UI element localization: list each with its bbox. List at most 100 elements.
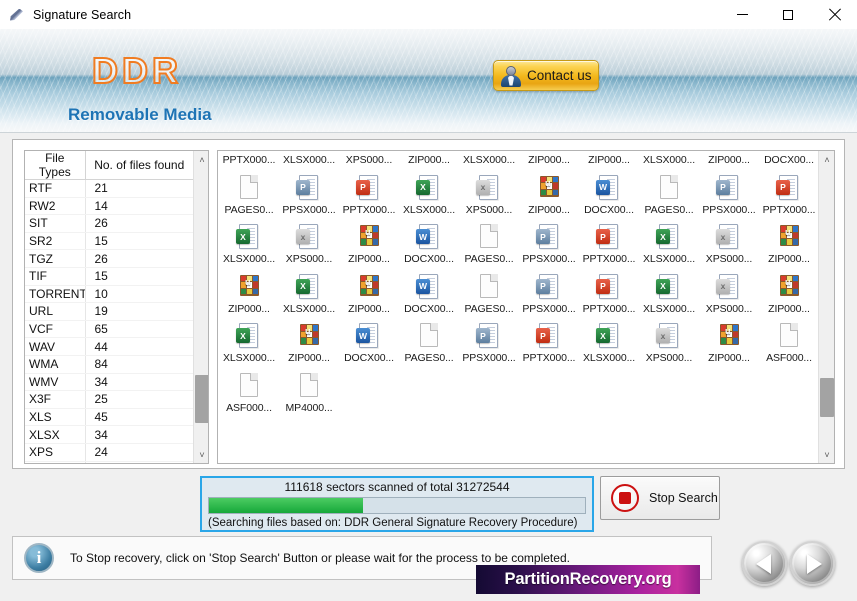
title-bar: Signature Search — [0, 0, 857, 29]
file-item[interactable]: P PPSX000... — [459, 319, 519, 369]
table-row[interactable]: VCF 65 — [25, 320, 193, 339]
stop-search-button[interactable]: Stop Search — [600, 476, 720, 520]
file-item[interactable]: WDOCX00... — [759, 151, 818, 171]
table-row[interactable]: WMA 84 — [25, 355, 193, 374]
scrollbar-thumb[interactable] — [820, 378, 834, 417]
table-row[interactable]: TIF 15 — [25, 267, 193, 286]
file-item[interactable]: XXLSX000... — [219, 220, 279, 270]
file-item[interactable]: XXLSX000... — [639, 151, 699, 171]
minimize-button[interactable] — [719, 0, 765, 29]
file-item[interactable]: uZIP000... — [279, 319, 339, 369]
file-item-label: ZIP000... — [768, 302, 810, 315]
table-row[interactable]: TGZ 26 — [25, 249, 193, 268]
file-item[interactable]: XXLSX000... — [279, 151, 339, 171]
table-row[interactable]: URL 19 — [25, 302, 193, 321]
file-item-label: MP4000... — [285, 401, 333, 414]
file-item[interactable]: PPPTX000... — [219, 151, 279, 171]
file-item[interactable]: uZIP000... — [519, 171, 579, 221]
table-row[interactable]: XPS 24 — [25, 443, 193, 462]
table-row[interactable]: X3F 25 — [25, 390, 193, 409]
file-item-label: PAGES0... — [464, 253, 514, 265]
file-item[interactable]: MP4000... — [279, 369, 339, 419]
file-item[interactable]: uZIP000... — [579, 151, 639, 171]
file-grid-scrollbar[interactable]: ˄ ˅ — [818, 151, 834, 463]
file-item[interactable]: xXPS000... — [459, 171, 519, 221]
file-item[interactable]: uZIP000... — [399, 151, 459, 171]
file-item[interactable]: XXLSX000... — [639, 220, 699, 270]
file-item[interactable]: xXPS000... — [639, 319, 699, 369]
table-row[interactable]: WMV 34 — [25, 373, 193, 392]
file-item[interactable]: PPPTX000... — [519, 319, 579, 369]
file-item[interactable]: WDOCX00... — [399, 220, 459, 270]
file-item[interactable]: PPPTX000... — [579, 270, 639, 320]
mp4-file-icon — [296, 372, 322, 400]
file-item-label: XLSX000... — [462, 154, 516, 166]
file-item[interactable]: xXPS000... — [339, 151, 399, 171]
file-item[interactable]: PAGES0... — [399, 319, 459, 369]
previous-button[interactable] — [742, 541, 787, 586]
scroll-up-icon[interactable]: ˄ — [819, 151, 834, 168]
progress-title: 111618 sectors scanned of total 31272544 — [284, 480, 510, 494]
table-row[interactable]: XLS 45 — [25, 408, 193, 427]
file-item[interactable]: uZIP000... — [699, 151, 759, 171]
file-item[interactable]: uZIP000... — [339, 220, 399, 270]
close-button[interactable] — [811, 0, 857, 29]
file-item[interactable]: uZIP000... — [699, 319, 759, 369]
table-row[interactable]: ZIP45 — [25, 461, 193, 463]
file-item[interactable]: WDOCX00... — [399, 270, 459, 320]
file-item[interactable]: uZIP000... — [219, 270, 279, 320]
file-item[interactable]: PPPTX000... — [579, 220, 639, 270]
file-item-label: XPS000... — [705, 302, 753, 315]
file-item[interactable]: PPPTX000... — [759, 171, 818, 221]
file-item[interactable]: PAGES0... — [459, 220, 519, 270]
next-button[interactable] — [790, 541, 835, 586]
file-item[interactable]: PAGES0... — [639, 171, 699, 221]
file-count-cell: 10 — [85, 285, 193, 304]
maximize-button[interactable] — [765, 0, 811, 29]
file-count-cell: 34 — [85, 373, 193, 392]
scroll-down-icon[interactable]: ˅ — [819, 446, 834, 463]
file-item[interactable]: P PPSX000... — [699, 171, 759, 221]
file-item[interactable]: P PPSX000... — [279, 171, 339, 221]
file-item[interactable]: P PPSX000... — [519, 220, 579, 270]
file-item[interactable]: WDOCX00... — [579, 171, 639, 221]
file-item[interactable]: P PPSX000... — [519, 270, 579, 320]
file-item[interactable]: ASF000... — [219, 369, 279, 419]
file-item[interactable]: xXPS000... — [279, 220, 339, 270]
file-item[interactable]: WDOCX00... — [339, 319, 399, 369]
file-item[interactable]: XXLSX000... — [459, 151, 519, 171]
table-row[interactable]: TORRENT 10 — [25, 285, 193, 304]
file-item[interactable]: uZIP000... — [759, 220, 818, 270]
file-item[interactable]: XXLSX000... — [219, 319, 279, 369]
table-row[interactable]: RW2 14 — [25, 197, 193, 216]
scroll-down-icon[interactable]: ˅ — [194, 446, 208, 463]
contact-us-button[interactable]: Contact us — [493, 60, 599, 91]
file-item[interactable]: XXLSX000... — [399, 171, 459, 221]
file-types-scrollbar[interactable]: ˄ ˅ — [193, 151, 208, 463]
file-item[interactable]: XXLSX000... — [279, 270, 339, 320]
zip-file-icon: u — [536, 151, 562, 152]
file-item[interactable]: xXPS000... — [699, 220, 759, 270]
table-row[interactable]: SR2 15 — [25, 232, 193, 251]
file-item[interactable]: XXLSX000... — [639, 270, 699, 320]
table-row[interactable]: RTF 21 — [25, 179, 193, 198]
file-item[interactable]: xXPS000... — [699, 270, 759, 320]
file-item[interactable]: uZIP000... — [759, 270, 818, 320]
table-row[interactable]: XLSX 34 — [25, 425, 193, 444]
file-item[interactable]: uZIP000... — [339, 270, 399, 320]
file-count-cell: 65 — [85, 320, 193, 339]
table-row[interactable]: WAV 44 — [25, 337, 193, 356]
file-item[interactable]: PAGES0... — [219, 171, 279, 221]
file-item-label: PAGES0... — [404, 352, 454, 364]
scroll-up-icon[interactable]: ˄ — [194, 151, 208, 168]
file-item[interactable]: PPPTX000... — [339, 171, 399, 221]
watermark: PartitionRecovery.org — [476, 565, 700, 594]
file-count-cell: 34 — [85, 425, 193, 444]
xlsx-file-icon: X — [296, 151, 322, 152]
scrollbar-thumb[interactable] — [195, 375, 208, 423]
file-item[interactable]: XXLSX000... — [579, 319, 639, 369]
file-item[interactable]: PAGES0... — [459, 270, 519, 320]
table-row[interactable]: SIT 26 — [25, 214, 193, 233]
file-item[interactable]: ASF000... — [759, 319, 818, 369]
file-item[interactable]: uZIP000... — [519, 151, 579, 171]
